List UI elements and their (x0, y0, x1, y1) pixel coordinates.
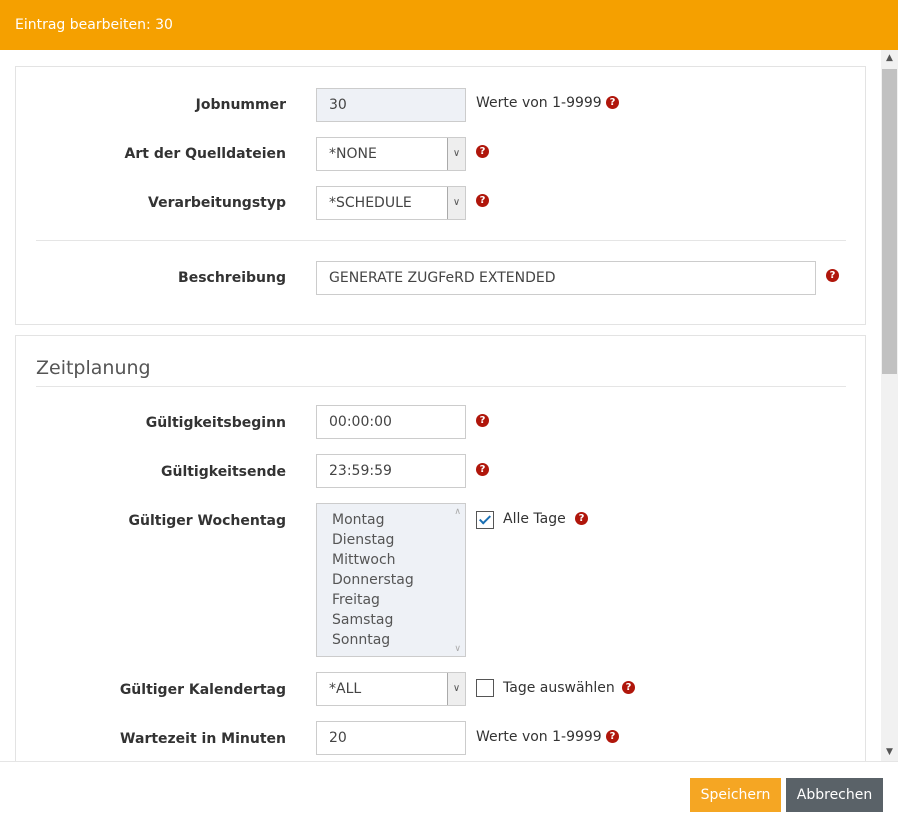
chevron-down-icon: ∨ (447, 187, 465, 219)
weekday-option[interactable]: Sonntag (332, 630, 465, 650)
tage-auswaehlen-label: Tage auswählen (503, 680, 615, 696)
help-icon[interactable]: ? (476, 414, 489, 427)
gueltigkeitsbeginn-input[interactable]: 00:00:00 (316, 405, 466, 439)
wartezeit-hint: Werte von 1-9999 (476, 729, 602, 745)
chevron-down-icon: ∨ (447, 673, 465, 705)
gueltigkeitsbeginn-label: Gültigkeitsbeginn (145, 415, 286, 431)
weekday-option[interactable]: Freitag (332, 590, 465, 610)
wartezeit-label: Wartezeit in Minuten (120, 731, 286, 747)
scrollbar-thumb[interactable] (882, 69, 897, 374)
help-icon[interactable]: ? (606, 96, 619, 109)
cancel-button[interactable]: Abbrechen (786, 778, 883, 812)
divider (36, 240, 846, 241)
divider (36, 386, 846, 387)
general-panel: Jobnummer 30 Werte von 1-9999 ? Art der … (15, 66, 866, 325)
beschreibung-input[interactable]: GENERATE ZUGFeRD EXTENDED (316, 261, 816, 295)
chevron-down-icon[interactable]: ▼ (881, 744, 898, 761)
check-icon (478, 512, 492, 525)
jobnummer-hint: Werte von 1-9999 (476, 95, 602, 111)
kalendertag-label: Gültiger Kalendertag (119, 682, 286, 698)
help-icon[interactable]: ? (826, 269, 839, 282)
gueltigkeitsende-label: Gültigkeitsende (160, 464, 286, 480)
tage-auswaehlen-checkbox[interactable] (476, 679, 494, 697)
vertical-scrollbar[interactable]: ▲ ▼ (881, 50, 898, 761)
chevron-down-icon[interactable]: ∨ (454, 644, 461, 654)
help-icon[interactable]: ? (606, 730, 619, 743)
weekday-option[interactable]: Montag (332, 510, 465, 530)
quelldateien-value: *NONE (329, 146, 377, 162)
help-icon[interactable]: ? (476, 145, 489, 158)
weekday-option[interactable]: Mittwoch (332, 550, 465, 570)
jobnummer-label: Jobnummer (195, 97, 286, 113)
dialog-title: Eintrag bearbeiten: 30 (0, 0, 898, 50)
weekday-option[interactable]: Samstag (332, 610, 465, 630)
dialog-body: Jobnummer 30 Werte von 1-9999 ? Art der … (0, 50, 898, 761)
verarbeitungstyp-label: Verarbeitungstyp (148, 195, 286, 211)
chevron-down-icon: ∨ (447, 138, 465, 170)
wochentag-listbox[interactable]: Montag Dienstag Mittwoch Donnerstag Frei… (316, 503, 466, 657)
weekday-option[interactable]: Donnerstag (332, 570, 465, 590)
wochentag-label: Gültiger Wochentag (128, 513, 287, 529)
zeitplanung-panel: Zeitplanung Gültigkeitsbeginn 00:00:00 ?… (15, 335, 866, 761)
save-button[interactable]: Speichern (690, 778, 781, 812)
help-icon[interactable]: ? (622, 681, 635, 694)
chevron-up-icon[interactable]: ∧ (454, 507, 461, 517)
section-title: Zeitplanung (36, 357, 151, 379)
gueltigkeitsende-input[interactable]: 23:59:59 (316, 454, 466, 488)
wartezeit-input[interactable]: 20 (316, 721, 466, 755)
alle-tage-label: Alle Tage (503, 511, 566, 527)
quelldateien-select[interactable]: *NONE ∨ (316, 137, 466, 171)
quelldateien-label: Art der Quelldateien (124, 146, 286, 162)
verarbeitungstyp-value: *SCHEDULE (329, 195, 412, 211)
jobnummer-input[interactable]: 30 (316, 88, 466, 122)
kalendertag-select[interactable]: *ALL ∨ (316, 672, 466, 706)
verarbeitungstyp-select[interactable]: *SCHEDULE ∨ (316, 186, 466, 220)
alle-tage-checkbox[interactable] (476, 511, 494, 529)
help-icon[interactable]: ? (575, 512, 588, 525)
help-icon[interactable]: ? (476, 463, 489, 476)
dialog-footer: Speichern Abbrechen (0, 761, 898, 826)
beschreibung-label: Beschreibung (178, 270, 286, 286)
weekday-option[interactable]: Dienstag (332, 530, 465, 550)
help-icon[interactable]: ? (476, 194, 489, 207)
chevron-up-icon[interactable]: ▲ (881, 50, 898, 67)
kalendertag-value: *ALL (329, 681, 362, 697)
